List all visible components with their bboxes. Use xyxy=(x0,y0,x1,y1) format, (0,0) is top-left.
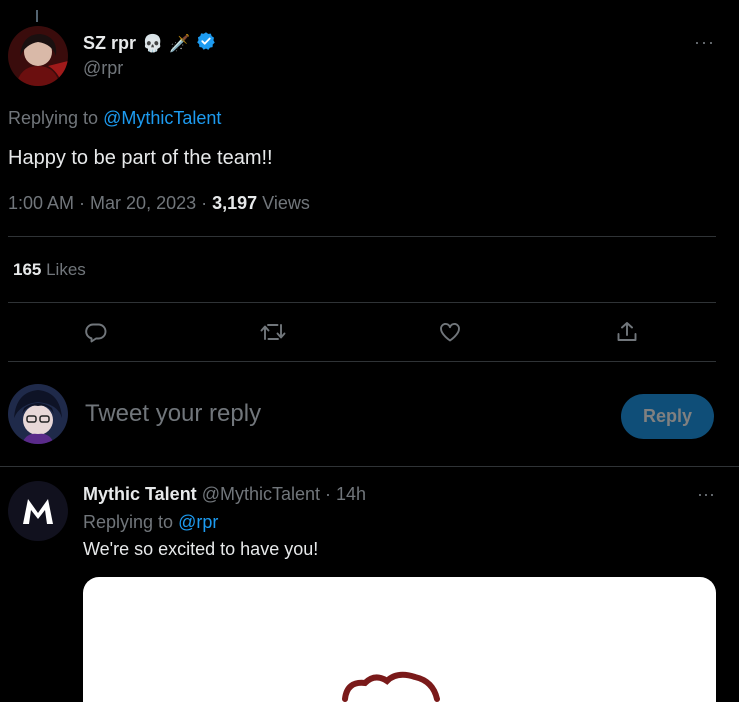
divider xyxy=(8,236,716,237)
replying-to-link[interactable]: @MythicTalent xyxy=(103,108,221,128)
verified-badge-icon xyxy=(196,31,216,56)
reply-author-row: Mythic Talent @MythicTalent · 14h xyxy=(83,484,366,505)
author-name-row: SZ rpr 💀 🗡️ xyxy=(83,31,216,56)
skull-emoji: 💀 xyxy=(142,34,164,53)
tweet-time[interactable]: 1:00 AM xyxy=(8,193,74,213)
tweet-date[interactable]: Mar 20, 2023 xyxy=(90,193,196,213)
reply-time[interactable]: 14h xyxy=(336,484,366,504)
reply-author-handle[interactable]: @MythicTalent xyxy=(202,484,320,504)
replying-to-prefix: Replying to xyxy=(8,108,104,128)
dagger-emoji: 🗡️ xyxy=(169,34,191,53)
meta-separator: · xyxy=(74,193,91,213)
replying-to-prefix: Replying to xyxy=(83,512,179,532)
more-options-icon[interactable]: ··· xyxy=(697,484,715,505)
meta-separator: · xyxy=(320,484,337,504)
replying-to-line: Replying to @MythicTalent xyxy=(8,108,221,129)
retweet-icon[interactable] xyxy=(257,316,289,348)
likes-label: Likes xyxy=(41,260,86,279)
more-options-icon[interactable]: ··· xyxy=(694,32,715,53)
reply-icon[interactable] xyxy=(80,316,112,348)
divider xyxy=(8,361,716,362)
share-icon[interactable] xyxy=(611,316,643,348)
reply-input[interactable] xyxy=(85,400,585,428)
tweet-text: Happy to be part of the team!! xyxy=(8,147,273,169)
reply-author-name[interactable]: Mythic Talent xyxy=(83,484,197,504)
replying-to-link[interactable]: @rpr xyxy=(178,512,218,532)
author-avatar[interactable] xyxy=(8,26,68,86)
tweet-meta: 1:00 AM · Mar 20, 2023 · 3,197 Views xyxy=(8,193,310,214)
thread-connector-line xyxy=(36,10,38,22)
meta-separator: · xyxy=(196,193,213,213)
reply-tweet: Mythic Talent @MythicTalent · 14h ··· Re… xyxy=(0,467,739,702)
mythic-talent-avatar[interactable] xyxy=(8,481,68,541)
views-count: 3,197 xyxy=(212,193,258,213)
reply-media-image[interactable] xyxy=(83,577,716,702)
reply-composer: Reply xyxy=(0,380,739,450)
reply-button[interactable]: Reply xyxy=(621,394,714,439)
divider xyxy=(8,302,716,303)
heart-icon[interactable] xyxy=(434,316,466,348)
author-display-name[interactable]: SZ rpr xyxy=(83,33,136,54)
likes-count: 165 xyxy=(13,260,42,279)
reply-replying-to-line: Replying to @rpr xyxy=(83,512,218,533)
author-handle[interactable]: @rpr xyxy=(83,58,123,79)
likes-stat[interactable]: 165 Likes xyxy=(13,260,86,280)
reply-text: We're so excited to have you! xyxy=(83,539,319,559)
current-user-avatar[interactable] xyxy=(8,384,68,444)
tweet-action-bar xyxy=(0,316,739,348)
views-label: Views xyxy=(257,193,310,213)
